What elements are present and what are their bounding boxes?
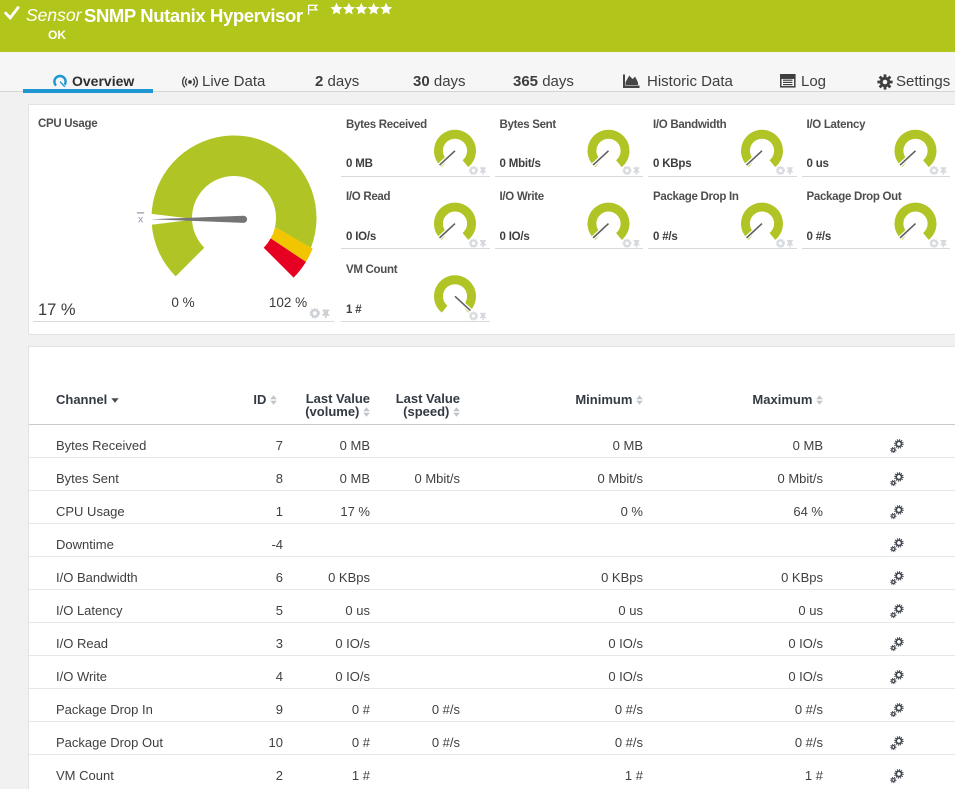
svg-text:x: x <box>138 214 144 226</box>
